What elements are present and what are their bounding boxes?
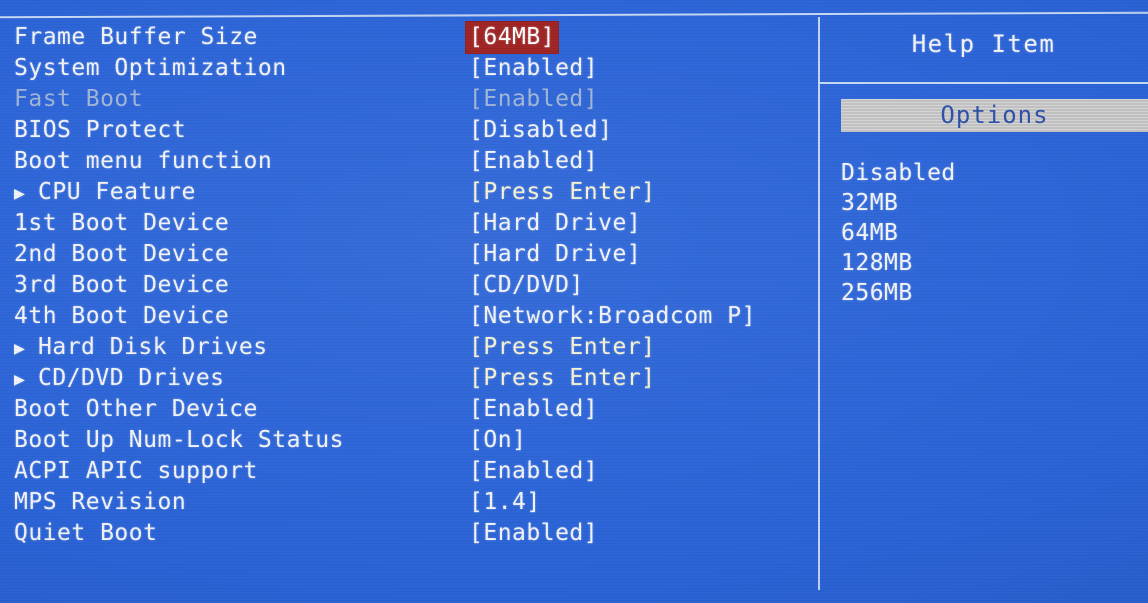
setting-value[interactable]: [Enabled] <box>466 53 601 84</box>
options-value-list: Disabled 32MB 64MB 128MB 256MB <box>841 158 1141 308</box>
setting-label: MPS Revision <box>14 489 187 515</box>
setting-row[interactable]: Boot Other Device [Enabled] <box>0 394 818 425</box>
options-heading-label: Options <box>940 101 1049 129</box>
setting-row[interactable]: BIOS Protect [Disabled] <box>0 115 818 146</box>
setting-row[interactable]: ▶ CPU Feature [Press Enter] <box>0 177 818 208</box>
setting-row[interactable]: ▶ Hard Disk Drives [Press Enter] <box>0 332 818 363</box>
options-heading-bar: Options <box>841 99 1148 132</box>
setting-row[interactable]: Fast Boot [Enabled] <box>0 84 818 115</box>
setting-label: Quiet Boot <box>14 520 158 546</box>
setting-label: ▶ CD/DVD Drives <box>14 363 225 395</box>
setting-value[interactable]: [Enabled] <box>466 394 601 425</box>
setting-label: 4th Boot Device <box>14 303 230 329</box>
setting-row[interactable]: 3rd Boot Device [CD/DVD] <box>0 270 818 301</box>
setting-label: ACPI APIC support <box>14 458 258 484</box>
setting-label: Frame Buffer Size <box>14 24 258 50</box>
setting-row[interactable]: Boot menu function [Enabled] <box>0 146 818 177</box>
help-panel-divider <box>818 17 820 590</box>
setting-label: 2nd Boot Device <box>14 241 230 267</box>
setting-label: Boot Up Num-Lock Status <box>14 427 344 453</box>
setting-value[interactable]: [Hard Drive] <box>466 239 644 270</box>
setting-label: Boot Other Device <box>14 396 258 422</box>
setting-value[interactable]: [Disabled] <box>466 115 615 146</box>
option-list-item: 128MB <box>841 250 913 276</box>
option-list-item: Disabled <box>841 160 956 186</box>
setting-row[interactable]: MPS Revision [1.4] <box>0 487 818 518</box>
setting-label: 1st Boot Device <box>14 210 230 236</box>
setting-value[interactable]: [Enabled] <box>466 146 601 177</box>
setting-value[interactable]: [On] <box>466 425 529 456</box>
setting-label: 3rd Boot Device <box>14 272 230 298</box>
setting-value-selected[interactable]: [64MB] <box>466 22 559 53</box>
bios-settings-list: Frame Buffer Size [64MB] System Optimizati… <box>0 22 818 582</box>
setting-label: ▶ Hard Disk Drives <box>14 332 268 364</box>
setting-row[interactable]: System Optimization [Enabled] <box>0 53 818 84</box>
setting-label: Fast Boot <box>14 86 144 112</box>
setting-value[interactable]: [1.4] <box>466 487 544 518</box>
setting-row[interactable]: ACPI APIC support [Enabled] <box>0 456 818 487</box>
setting-label: System Optimization <box>14 55 287 81</box>
setting-value[interactable]: [Press Enter] <box>466 363 659 394</box>
submenu-triangle-icon: ▶ <box>14 338 26 359</box>
setting-value[interactable]: [Enabled] <box>466 456 601 487</box>
setting-label: Boot menu function <box>14 148 273 174</box>
top-border-rule <box>0 11 1148 19</box>
setting-row[interactable]: ▶ CD/DVD Drives [Press Enter] <box>0 363 818 394</box>
setting-value[interactable]: [Press Enter] <box>466 177 659 208</box>
setting-row[interactable]: 2nd Boot Device [Hard Drive] <box>0 239 818 270</box>
help-panel-header-rule <box>819 82 1148 84</box>
setting-row[interactable]: 4th Boot Device [Network:Broadcom P] <box>0 301 818 332</box>
setting-value[interactable]: [Network:Broadcom P] <box>466 301 759 332</box>
setting-row[interactable]: Quiet Boot [Enabled] <box>0 518 818 549</box>
setting-value[interactable]: [Press Enter] <box>466 332 659 363</box>
bios-setup-screen: Frame Buffer Size [64MB] System Optimizati… <box>0 0 1148 603</box>
setting-row[interactable]: 1st Boot Device [Hard Drive] <box>0 208 818 239</box>
option-list-item: 32MB <box>841 190 899 216</box>
setting-row[interactable]: Boot Up Num-Lock Status [On] <box>0 425 818 456</box>
setting-value[interactable]: [Enabled] <box>466 84 601 115</box>
option-list-item: 64MB <box>841 220 899 246</box>
help-panel-title: Help Item <box>911 30 1056 58</box>
setting-label: BIOS Protect <box>14 117 187 143</box>
setting-row[interactable]: Frame Buffer Size [64MB] <box>0 22 818 53</box>
setting-value[interactable]: [CD/DVD] <box>466 270 587 301</box>
setting-value[interactable]: [Hard Drive] <box>466 208 644 239</box>
submenu-triangle-icon: ▶ <box>14 183 26 204</box>
option-list-item: 256MB <box>841 280 913 306</box>
submenu-triangle-icon: ▶ <box>14 369 26 390</box>
setting-label: ▶ CPU Feature <box>14 177 196 209</box>
setting-value[interactable]: [Enabled] <box>466 518 601 549</box>
